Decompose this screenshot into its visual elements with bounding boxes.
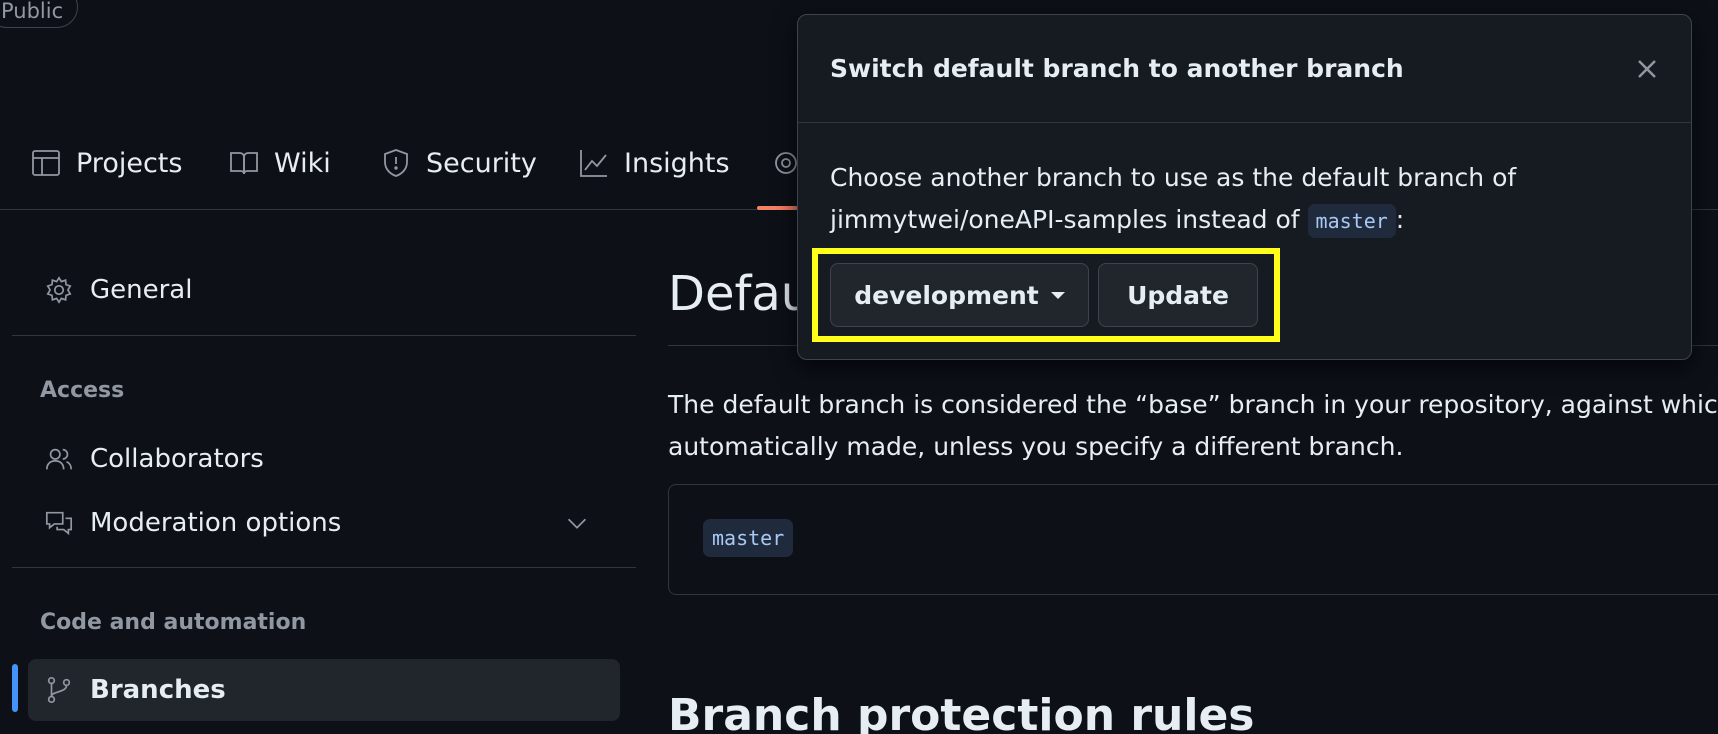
book-icon [230, 152, 258, 175]
nav-tab-label: Security [426, 147, 537, 179]
visibility-badge: Public [0, 0, 79, 28]
dialog-title: Switch default branch to another branch [830, 54, 1404, 83]
branch-select-label: development [854, 280, 1039, 310]
dialog-text-suffix: : [1395, 205, 1405, 234]
sidebar-item-moderation[interactable]: Moderation options [28, 492, 620, 554]
dialog-body: Choose another branch to use as the defa… [830, 157, 1670, 241]
old-branch-chip: master [1307, 204, 1396, 238]
nav-tab-projects[interactable]: Projects [30, 144, 182, 182]
sidebar-divider [12, 335, 636, 336]
git-branch-icon [47, 676, 71, 704]
sidebar-item-label: Moderation options [90, 508, 342, 538]
description-line: automatically made, unless you specify a… [668, 432, 1404, 461]
nav-tab-security[interactable]: Security [380, 144, 537, 182]
nav-tab-label: Wiki [274, 147, 331, 179]
current-default-branch-box: master [668, 484, 1718, 595]
active-tab-underline [757, 206, 801, 210]
caret-down-icon [1050, 291, 1065, 299]
sidebar-heading-code: Code and automation [40, 610, 307, 635]
nav-tab-label: Insights [624, 147, 730, 179]
active-indicator [12, 664, 18, 712]
nav-tab-insights[interactable]: Insights [578, 144, 730, 182]
sidebar-item-collaborators[interactable]: Collaborators [28, 428, 620, 490]
sidebar-item-general[interactable]: General [28, 259, 620, 321]
branch-protection-heading: Branch protection rules [668, 690, 1255, 734]
comment-discussion-icon [45, 511, 73, 536]
branch-select-button[interactable]: development [830, 263, 1089, 327]
chevron-down-icon[interactable] [562, 508, 592, 538]
graph-icon [580, 150, 607, 177]
sidebar-item-label: Branches [90, 675, 226, 705]
dialog-text-line: Choose another branch to use as the defa… [830, 163, 1517, 192]
gear-icon [46, 276, 72, 304]
page: Public Projects Wiki Security Insights G… [0, 0, 1718, 734]
dialog-header: Switch default branch to another branch [798, 15, 1691, 123]
sidebar-item-label: Collaborators [90, 444, 264, 474]
nav-tab-label: Projects [76, 147, 183, 179]
current-branch-chip: master [703, 519, 794, 557]
people-icon [45, 448, 73, 470]
nav-tab-wiki[interactable]: Wiki [228, 144, 331, 182]
sidebar-heading-access: Access [40, 378, 125, 403]
sidebar-divider [12, 567, 636, 568]
sidebar-item-branches[interactable]: Branches [28, 659, 620, 721]
table-icon [32, 150, 60, 176]
dialog-text-line: jimmytwei/oneAPI-samples instead of mast… [830, 199, 1670, 241]
sidebar-item-label: General [90, 275, 193, 305]
close-icon[interactable] [1633, 55, 1661, 83]
dialog-text-prefix: jimmytwei/oneAPI-samples instead of [830, 205, 1300, 234]
default-branch-description: The default branch is considered the “ba… [668, 384, 1718, 468]
description-line: The default branch is considered the “ba… [668, 390, 1718, 419]
update-button[interactable]: Update [1098, 263, 1258, 327]
shield-icon [384, 149, 408, 177]
